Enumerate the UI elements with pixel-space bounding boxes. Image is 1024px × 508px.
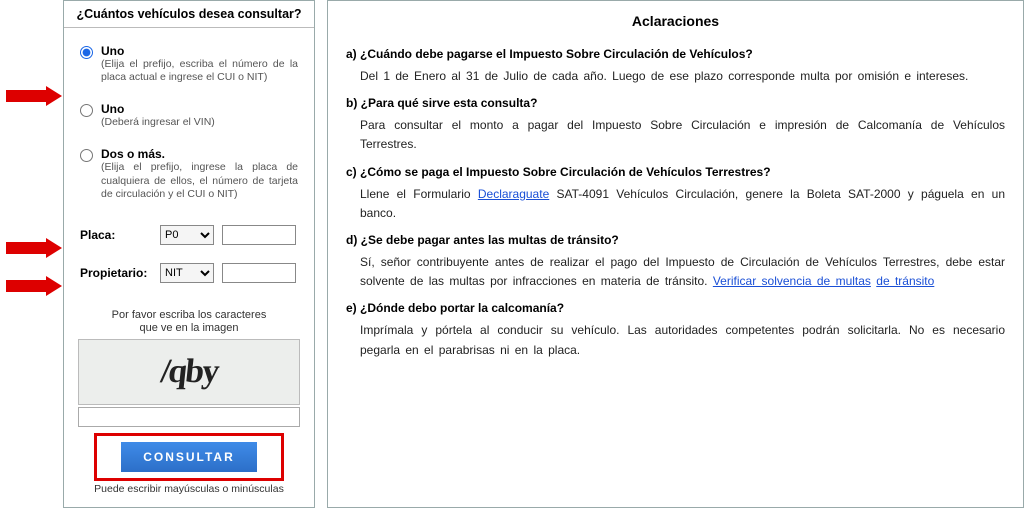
arrow-icon	[6, 238, 62, 258]
option-title: Dos o más.	[101, 147, 298, 161]
propietario-label: Propietario:	[80, 266, 160, 280]
faq-answer: Del 1 de Enero al 31 de Julio de cada añ…	[360, 67, 1005, 86]
form-fields: Placa: P0 Propietario: NIT	[64, 219, 314, 283]
verificar-multas-link[interactable]: Verificar solvencia de multas	[713, 274, 871, 288]
option-title: Uno	[101, 102, 215, 116]
option-desc: (Deberá ingresar el VIN)	[101, 116, 215, 129]
declaraguate-link[interactable]: Declaraguate	[478, 187, 549, 201]
vehicle-count-options: Uno (Elija el prefijo, escriba el número…	[64, 28, 314, 201]
faq-question: b) ¿Para qué sirve esta consulta?	[346, 96, 1005, 110]
faq-answer: Sí, señor contribuyente antes de realiza…	[360, 253, 1005, 291]
right-panel: Aclaraciones a) ¿Cuándo debe pagarse el …	[327, 0, 1024, 508]
captcha-note: Puede escribir mayúsculas o minúsculas	[78, 483, 300, 495]
faq-answer: Imprímala y pórtela al conducir su vehíc…	[360, 321, 1005, 359]
propietario-row: Propietario: NIT	[80, 263, 298, 283]
propietario-id-input[interactable]	[222, 263, 296, 283]
option-uno-placa[interactable]: Uno (Elija el prefijo, escriba el número…	[80, 44, 298, 84]
de-transito-link[interactable]: de tránsito	[876, 274, 934, 288]
aclaraciones-title: Aclaraciones	[346, 13, 1005, 29]
annotation-arrows	[0, 0, 63, 508]
radio-dos-o-mas[interactable]	[80, 149, 93, 162]
faq-question: e) ¿Dónde debo portar la calcomanía?	[346, 301, 1005, 315]
faq-question: a) ¿Cuándo debe pagarse el Impuesto Sobr…	[346, 47, 1005, 61]
placa-row: Placa: P0	[80, 225, 298, 245]
consult-highlight-frame: CONSULTAR	[94, 433, 284, 481]
captcha-prompt: Por favor escriba los caracteres que ve …	[78, 309, 300, 335]
option-dos-o-mas[interactable]: Dos o más. (Elija el prefijo, ingrese la…	[80, 147, 298, 200]
radio-uno-placa[interactable]	[80, 46, 93, 59]
captcha-text: /qby	[159, 353, 219, 391]
arrow-icon	[6, 276, 62, 296]
faq-question: d) ¿Se debe pagar antes las multas de tr…	[346, 233, 1005, 247]
propietario-type-select[interactable]: NIT	[160, 263, 214, 283]
faq-answer: Llene el Formulario Declaraguate SAT-409…	[360, 185, 1005, 223]
faq-answer: Para consultar el monto a pagar del Impu…	[360, 116, 1005, 154]
captcha-zone: Por favor escriba los caracteres que ve …	[64, 301, 314, 495]
option-uno-vin[interactable]: Uno (Deberá ingresar el VIN)	[80, 102, 298, 129]
arrow-icon	[6, 86, 62, 106]
page-root: ¿Cuántos vehículos desea consultar? Uno …	[0, 0, 1024, 508]
placa-label: Placa:	[80, 228, 160, 242]
left-panel-header: ¿Cuántos vehículos desea consultar?	[64, 1, 314, 28]
placa-prefix-select[interactable]: P0	[160, 225, 214, 245]
left-panel: ¿Cuántos vehículos desea consultar? Uno …	[63, 0, 315, 508]
consultar-button[interactable]: CONSULTAR	[121, 442, 257, 472]
placa-number-input[interactable]	[222, 225, 296, 245]
option-desc: (Elija el prefijo, ingrese la placa de c…	[101, 161, 298, 200]
captcha-image: /qby	[78, 339, 300, 405]
faq-question: c) ¿Cómo se paga el Impuesto Sobre Circu…	[346, 165, 1005, 179]
radio-uno-vin[interactable]	[80, 104, 93, 117]
option-desc: (Elija el prefijo, escriba el número de …	[101, 58, 298, 84]
captcha-input[interactable]	[78, 407, 300, 427]
option-title: Uno	[101, 44, 298, 58]
